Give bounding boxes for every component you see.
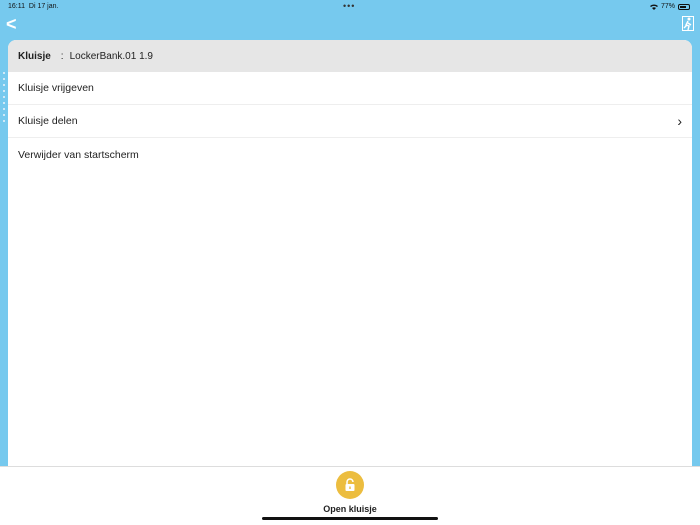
home-indicator[interactable] <box>262 517 438 520</box>
status-bar: 16:11 Di 17 jan. ••• 77% <box>0 0 700 14</box>
battery-percent: 77% <box>660 3 675 10</box>
remove-from-homescreen-item[interactable]: Verwijder van startscherm <box>8 138 692 171</box>
share-locker-item[interactable]: Kluisje delen › <box>8 105 692 138</box>
open-locker-label[interactable]: Open kluisje <box>0 504 700 514</box>
release-locker-item[interactable]: Kluisje vrijgeven <box>8 72 692 105</box>
multitask-dots[interactable]: ••• <box>343 1 355 11</box>
locker-header: Kluisje : LockerBank.01 1.9 <box>8 40 692 72</box>
exit-icon[interactable] <box>682 16 694 31</box>
locker-id: LockerBank.01 1.9 <box>69 50 153 62</box>
battery-icon <box>678 3 690 10</box>
time: 16:11 <box>8 3 25 10</box>
drag-handle[interactable] <box>3 72 5 122</box>
unlock-icon <box>345 478 355 491</box>
date: Di 17 jan. <box>28 3 59 10</box>
locker-label: Kluisje <box>18 50 51 62</box>
chevron-right-icon: › <box>677 113 682 129</box>
back-button[interactable]: < <box>6 14 17 35</box>
open-locker-button[interactable] <box>336 471 364 499</box>
locker-card: Kluisje : LockerBank.01 1.9 Kluisje vrij… <box>8 40 692 480</box>
wifi-icon <box>649 4 658 10</box>
